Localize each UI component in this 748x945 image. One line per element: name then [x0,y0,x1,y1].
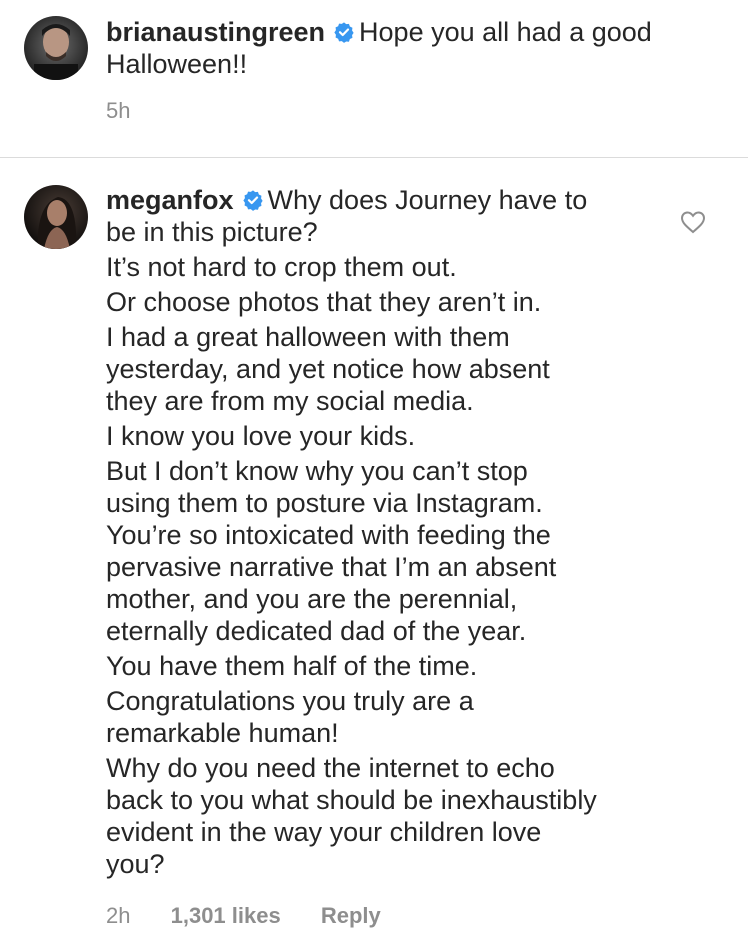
avatar-meganfox[interactable] [24,185,88,249]
comment-text-line: they are from my social media. [106,386,474,416]
comment-text-line: But I don’t know why you can’t stop [106,456,528,486]
comment-text-line: Or choose photos that they aren’t in. [106,287,542,317]
verified-badge-icon [334,22,354,43]
comment-text-line: I had a great halloween with them [106,322,510,352]
avatar-brianaustingreen[interactable] [24,16,88,80]
reply-button[interactable]: Reply [321,903,381,928]
comment-meta: 5h [106,98,164,124]
comment-text-line: It’s not hard to crop them out. [106,252,457,282]
comment-text-line: Hope you all had a good [359,17,652,47]
comment-username[interactable]: brianaustingreen [106,17,325,47]
comment-username[interactable]: meganfox [106,185,234,215]
avatar-image [24,185,88,249]
verified-badge-icon [242,190,263,211]
comment-text-line: Congratulations you truly are a [106,686,474,716]
comment-text-line: you? [106,849,165,879]
comment-text-line: mother, and you are the perennial, [106,584,518,614]
avatar-image [24,16,88,80]
comment-text-line: Why does Journey have to [267,185,588,215]
comment-text-line: Halloween!! [106,49,248,79]
heart-outline-icon[interactable] [680,210,706,234]
comment-text-line: using them to posture via Instagram. [106,488,543,518]
comment-timestamp: 2h [106,903,131,928]
comment-meta: 2h 1,301 likes Reply [106,903,415,929]
comment-text-line: back to you what should be inexhaustibly [106,785,597,815]
comment-divider [0,157,748,158]
comment-text-line: eternally dedicated dad of the year. [106,616,527,646]
comment-text-line: be in this picture? [106,217,318,247]
comment-text-line: pervasive narrative that I’m an absent [106,552,557,582]
comment-text-line: evident in the way your children love [106,817,542,847]
comment-timestamp: 5h [106,98,131,123]
comment-text-line: You have them half of the time. [106,651,478,681]
comment-text-line: I know you love your kids. [106,421,416,451]
comment-text-line: remarkable human! [106,718,339,748]
comment-text-line: yesterday, and yet notice how absent [106,354,550,384]
comment-text-line: You’re so intoxicated with feeding the [106,520,551,550]
likes-count-link[interactable]: 1,301 likes [171,903,281,928]
comment-text-line: Why do you need the internet to echo [106,753,555,783]
